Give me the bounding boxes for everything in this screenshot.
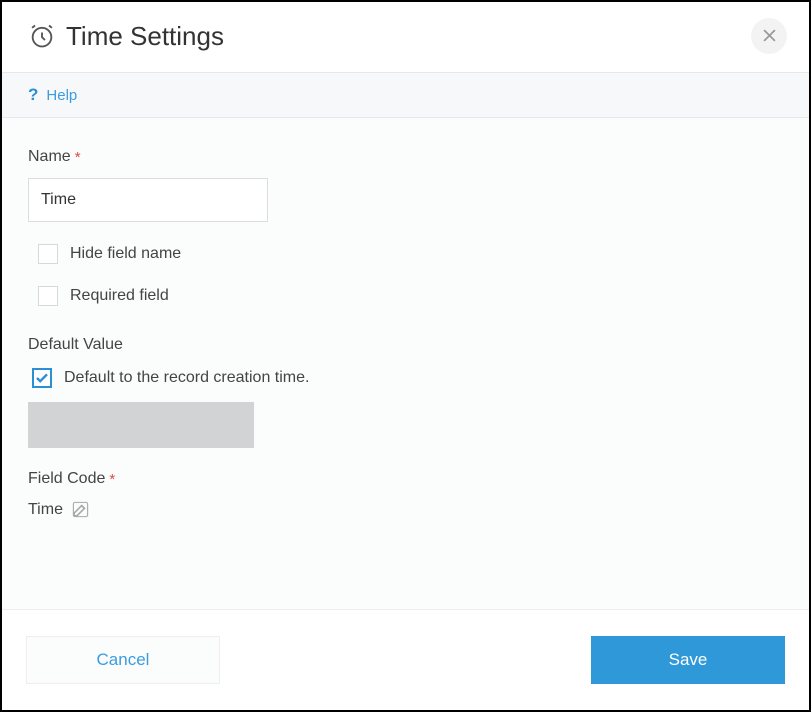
time-settings-dialog: Time Settings ? Help Name * bbox=[0, 0, 811, 712]
name-label-row: Name * bbox=[28, 148, 783, 166]
default-creation-checkbox[interactable] bbox=[32, 368, 52, 388]
clock-icon bbox=[28, 22, 56, 50]
name-label: Name bbox=[28, 148, 71, 166]
header-left: Time Settings bbox=[28, 21, 224, 52]
default-creation-label: Default to the record creation time. bbox=[64, 369, 309, 387]
default-creation-row: Default to the record creation time. bbox=[32, 368, 783, 388]
default-value-label: Default Value bbox=[28, 336, 783, 354]
save-button[interactable]: Save bbox=[591, 636, 785, 684]
cancel-button[interactable]: Cancel bbox=[26, 636, 220, 684]
hide-field-row: Hide field name bbox=[38, 244, 783, 264]
field-code-label: Field Code bbox=[28, 470, 105, 488]
help-link: Help bbox=[46, 87, 77, 104]
hide-field-label: Hide field name bbox=[70, 245, 181, 263]
required-field-label: Required field bbox=[70, 287, 169, 305]
dialog-title: Time Settings bbox=[66, 21, 224, 52]
required-field-row: Required field bbox=[38, 286, 783, 306]
field-code-label-row: Field Code * bbox=[28, 470, 783, 488]
name-input[interactable] bbox=[28, 178, 268, 222]
default-value-input-disabled bbox=[28, 402, 254, 448]
required-indicator: * bbox=[109, 471, 115, 488]
close-icon bbox=[763, 26, 776, 47]
help-icon: ? bbox=[28, 85, 38, 105]
help-bar[interactable]: ? Help bbox=[2, 72, 809, 118]
dialog-content: Name * Hide field name Required field De… bbox=[2, 118, 809, 609]
name-field-group: Name * Hide field name Required field bbox=[28, 148, 783, 306]
required-field-checkbox[interactable] bbox=[38, 286, 58, 306]
dialog-header: Time Settings bbox=[2, 2, 809, 72]
edit-icon[interactable] bbox=[71, 500, 90, 519]
close-button[interactable] bbox=[751, 18, 787, 54]
field-code-value: Time bbox=[28, 501, 63, 519]
field-code-row: Time bbox=[28, 500, 783, 519]
dialog-footer: Cancel Save bbox=[2, 609, 809, 710]
required-indicator: * bbox=[75, 149, 81, 166]
field-code-section: Field Code * Time bbox=[28, 470, 783, 519]
hide-field-checkbox[interactable] bbox=[38, 244, 58, 264]
